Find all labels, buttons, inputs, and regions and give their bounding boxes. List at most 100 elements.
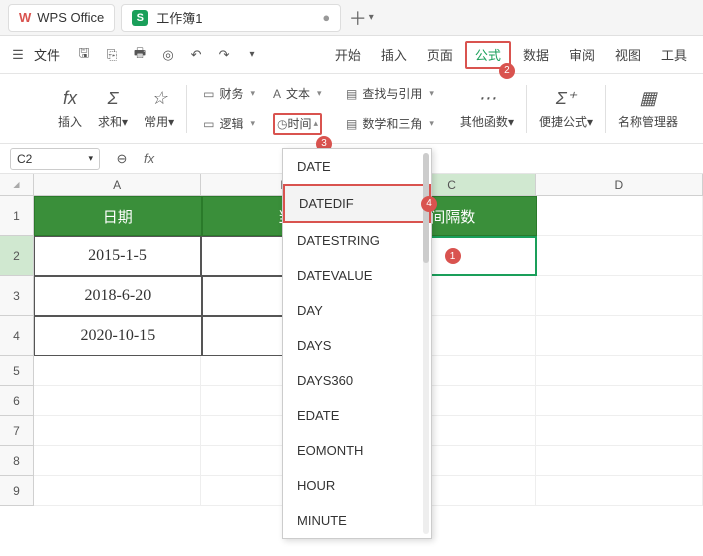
tab-formula-label: 公式 bbox=[475, 45, 501, 64]
cell[interactable] bbox=[536, 386, 703, 416]
star-icon: ☆ bbox=[151, 88, 167, 109]
app-badge[interactable]: W WPS Office bbox=[8, 4, 115, 32]
cell-a1[interactable]: 日期 bbox=[34, 196, 202, 236]
dropdown-item-hour[interactable]: HOUR bbox=[283, 468, 431, 503]
cell-a4[interactable]: 2020-10-15 bbox=[34, 316, 202, 356]
cell-d2[interactable] bbox=[537, 236, 703, 276]
cell-a3[interactable]: 2018-6-20 bbox=[34, 276, 202, 316]
name-box[interactable]: C2 ▾ bbox=[10, 148, 100, 170]
finance-label: 财务 bbox=[219, 85, 243, 102]
hamburger-icon[interactable]: ☰ bbox=[6, 43, 30, 67]
cell[interactable] bbox=[536, 356, 703, 386]
common-button[interactable]: ☆ 常用▾ bbox=[136, 88, 182, 130]
time-functions-dropdown: DATE DATEDIF 4 DATESTRING DATEVALUE DAY … bbox=[282, 148, 432, 539]
cell[interactable] bbox=[34, 356, 201, 386]
insert-func-button[interactable]: fx 插入 bbox=[50, 88, 90, 130]
document-tab[interactable]: S 工作簿1 ● bbox=[121, 4, 341, 32]
zoom-out-icon[interactable]: ⊖ bbox=[110, 147, 134, 171]
col-header-d[interactable]: D bbox=[536, 174, 703, 196]
preview-icon[interactable]: ◎ bbox=[156, 43, 180, 67]
cell[interactable] bbox=[536, 446, 703, 476]
tab-start[interactable]: 开始 bbox=[325, 36, 371, 73]
tab-view[interactable]: 视图 bbox=[605, 36, 651, 73]
tab-insert[interactable]: 插入 bbox=[371, 36, 417, 73]
col-header-a[interactable]: A bbox=[34, 174, 201, 196]
sum-button[interactable]: Σ 求和▾ bbox=[90, 88, 136, 130]
text-icon: A bbox=[273, 87, 281, 101]
spreadsheet-icon: S bbox=[132, 10, 148, 26]
math-button[interactable]: ▤数学和三角▾ bbox=[340, 110, 440, 138]
tab-layout[interactable]: 页面 bbox=[417, 36, 463, 73]
clock-icon: ◷ bbox=[277, 117, 287, 131]
time-button[interactable]: ◷ 时间 ▴ bbox=[273, 113, 322, 135]
cell[interactable] bbox=[34, 476, 201, 506]
cell[interactable] bbox=[536, 476, 703, 506]
cell[interactable] bbox=[34, 446, 201, 476]
name-manager-icon: ▦ bbox=[640, 88, 657, 109]
cell[interactable] bbox=[34, 386, 201, 416]
cell-d1[interactable] bbox=[537, 196, 703, 236]
insert-func-label: 插入 bbox=[58, 113, 82, 130]
file-menu[interactable]: 文件 bbox=[34, 45, 60, 64]
dropdown-item-days360[interactable]: DAYS360 bbox=[283, 363, 431, 398]
dropdown-item-minute[interactable]: MINUTE bbox=[283, 503, 431, 538]
common-label: 常用 bbox=[144, 115, 168, 129]
export-icon[interactable]: ⎘ bbox=[100, 43, 124, 67]
chevron-down-icon: ▾ bbox=[369, 12, 374, 23]
lookup-button[interactable]: ▤查找与引用▾ bbox=[340, 80, 440, 108]
quick-formula-button[interactable]: Σ⁺ 便捷公式▾ bbox=[531, 88, 601, 130]
new-tab-button[interactable]: ＋▾ bbox=[347, 4, 375, 32]
tab-review[interactable]: 审阅 bbox=[559, 36, 605, 73]
row-header[interactable]: 7 bbox=[0, 416, 34, 446]
row-header[interactable]: 6 bbox=[0, 386, 34, 416]
cell-d3[interactable] bbox=[536, 276, 703, 316]
fx-label-icon[interactable]: fx bbox=[144, 151, 154, 166]
divider bbox=[605, 85, 606, 133]
cell[interactable] bbox=[34, 416, 201, 446]
time-button-wrap: ◷ 时间 ▴ 3 bbox=[267, 110, 328, 138]
text-func-button[interactable]: A文本▾ bbox=[267, 80, 328, 108]
logic-button[interactable]: ▭逻辑▾ bbox=[197, 110, 261, 138]
undo-icon[interactable]: ↶ bbox=[184, 43, 208, 67]
cell-d4[interactable] bbox=[536, 316, 703, 356]
divider bbox=[186, 85, 187, 133]
more-qat-icon[interactable]: ▾ bbox=[240, 43, 264, 67]
quick-label: 便捷公式 bbox=[539, 115, 587, 129]
callout-4: 4 bbox=[421, 196, 437, 212]
row-header[interactable]: 8 bbox=[0, 446, 34, 476]
lookup-label: 查找与引用 bbox=[362, 85, 422, 102]
row-header[interactable]: 4 bbox=[0, 316, 34, 356]
modified-dot-icon: ● bbox=[322, 10, 330, 25]
row-header[interactable]: 1 bbox=[0, 196, 34, 236]
row-header[interactable]: 3 bbox=[0, 276, 34, 316]
select-all-corner[interactable]: ◢ bbox=[0, 174, 34, 196]
row-header[interactable]: 5 bbox=[0, 356, 34, 386]
more-label: 其他函数 bbox=[460, 115, 508, 129]
row-header[interactable]: 9 bbox=[0, 476, 34, 506]
tab-formula[interactable]: 公式 2 bbox=[465, 41, 511, 69]
logic-icon: ▭ bbox=[203, 117, 214, 131]
row-header[interactable]: 2 bbox=[0, 236, 34, 276]
dropdown-item-eomonth[interactable]: EOMONTH bbox=[283, 433, 431, 468]
chevron-down-icon: ▾ bbox=[88, 153, 93, 164]
sigma-icon: Σ bbox=[108, 88, 119, 109]
dropdown-item-date[interactable]: DATE bbox=[283, 149, 431, 184]
tab-data[interactable]: 数据 bbox=[513, 36, 559, 73]
tab-tools[interactable]: 工具 bbox=[651, 36, 697, 73]
chevron-down-icon: ▴ bbox=[314, 118, 319, 129]
name-manager-button[interactable]: ▦ 名称管理器 bbox=[610, 88, 686, 130]
dropdown-item-day[interactable]: DAY bbox=[283, 293, 431, 328]
sum-label: 求和 bbox=[98, 115, 122, 129]
cell[interactable] bbox=[536, 416, 703, 446]
redo-icon[interactable]: ↷ bbox=[212, 43, 236, 67]
dropdown-item-edate[interactable]: EDATE bbox=[283, 398, 431, 433]
more-func-button[interactable]: ⋯ 其他函数▾ bbox=[452, 88, 522, 130]
print-icon[interactable]: 🖶 bbox=[128, 43, 152, 67]
save-icon[interactable]: 🖫 bbox=[72, 43, 96, 67]
dropdown-item-datedif[interactable]: DATEDIF 4 bbox=[283, 184, 431, 223]
finance-button[interactable]: ▭财务▾ bbox=[197, 80, 261, 108]
cell-a2[interactable]: 2015-1-5 bbox=[34, 236, 201, 276]
dropdown-item-datestring[interactable]: DATESTRING bbox=[283, 223, 431, 258]
dropdown-item-days[interactable]: DAYS bbox=[283, 328, 431, 363]
dropdown-item-datevalue[interactable]: DATEVALUE bbox=[283, 258, 431, 293]
